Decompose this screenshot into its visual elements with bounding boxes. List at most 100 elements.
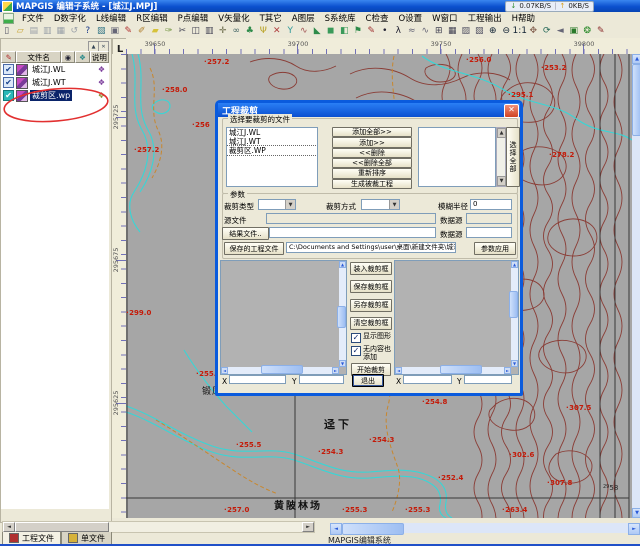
snap-icon[interactable]: ∞ xyxy=(230,25,244,38)
transfer-button[interactable]: 生成被裁工程 xyxy=(332,179,412,189)
file-name[interactable]: 裁剪区.wp xyxy=(30,90,72,101)
fork-icon[interactable]: Ψ xyxy=(257,25,271,38)
region2-icon[interactable]: ◧ xyxy=(338,25,352,38)
file-visible-checkbox[interactable]: ✔ xyxy=(3,77,14,88)
scroll-up-icon[interactable]: ▲ xyxy=(511,261,518,268)
scroll-thumb[interactable] xyxy=(261,365,303,374)
menu-item[interactable]: D数字化 xyxy=(49,12,91,24)
refresh-icon[interactable]: ⟳ xyxy=(540,25,554,38)
file-row[interactable]: ✔ 城江J.WL ❖ xyxy=(1,63,109,76)
file-row[interactable]: ✔ 城江J.WT ❖ xyxy=(1,76,109,89)
flag-icon[interactable]: ⚑ xyxy=(351,25,365,38)
new-file-icon[interactable]: ▯ xyxy=(0,25,14,38)
menu-item[interactable]: A图层 xyxy=(287,12,320,24)
scroll-up-icon[interactable]: ▲ xyxy=(632,54,640,64)
open-folder-icon[interactable]: ▱ xyxy=(14,25,28,38)
menu-item[interactable]: S系统库 xyxy=(320,12,361,24)
erase-pencil-icon[interactable]: ✐ xyxy=(135,25,149,38)
paste-icon[interactable]: ▥ xyxy=(203,25,217,38)
menu-item[interactable]: F文件 xyxy=(17,12,49,24)
print-icon[interactable]: ▣ xyxy=(108,25,122,38)
panel-vscrollbar[interactable]: ▲ ▼ xyxy=(511,261,518,367)
menu-item[interactable]: V矢量化 xyxy=(213,12,254,24)
close-icon[interactable]: ✕ xyxy=(504,104,519,118)
state-column-icon[interactable]: ❖ xyxy=(75,51,89,63)
zoom-in-icon[interactable]: ⊕ xyxy=(486,25,500,38)
list-item[interactable]: 裁剪区.WP xyxy=(227,146,317,155)
lambda-icon[interactable]: λ xyxy=(392,25,406,38)
copy-icon[interactable]: ◫ xyxy=(189,25,203,38)
cut-icon[interactable]: ✂ xyxy=(176,25,190,38)
tree-icon[interactable]: ♣ xyxy=(243,25,257,38)
scroll-thumb[interactable] xyxy=(15,522,109,532)
hatch-icon[interactable]: ▨ xyxy=(459,25,473,38)
zoom-actual-icon[interactable]: 1:1 xyxy=(513,25,527,38)
map-vertical-scrollbar[interactable]: ▲ ▼ xyxy=(632,54,640,518)
prev-view-icon[interactable]: ◄ xyxy=(554,25,568,38)
transfer-button[interactable]: 添加全部>> xyxy=(332,127,412,137)
list-item[interactable]: 城江J.WT xyxy=(227,137,317,146)
draw-pencil-icon[interactable]: ✎ xyxy=(122,25,136,38)
x-coord-field[interactable] xyxy=(403,375,452,384)
y-coord-field[interactable] xyxy=(464,375,512,384)
transfer-button[interactable]: <<删除 xyxy=(332,148,412,158)
scroll-right-icon[interactable]: ► xyxy=(628,523,640,535)
chevron-down-icon[interactable]: ▼ xyxy=(389,200,399,209)
map-horizontal-scrollbar[interactable]: ◄ ► xyxy=(330,523,640,533)
transfer-button[interactable]: 添加>> xyxy=(332,137,412,147)
scroll-thumb[interactable] xyxy=(509,291,518,318)
exit-button[interactable]: 退出 xyxy=(352,374,384,387)
grid-icon[interactable]: ⊞ xyxy=(432,25,446,38)
menu-item[interactable]: O设置 xyxy=(393,12,427,24)
node-edit-icon[interactable]: ✛ xyxy=(216,25,230,38)
desc-column-header[interactable]: 说明 xyxy=(90,51,109,63)
globe-icon[interactable]: ❂ xyxy=(581,25,595,38)
spline-icon[interactable]: ∿ xyxy=(419,25,433,38)
menu-item[interactable]: W窗口 xyxy=(427,12,462,24)
save-all-icon[interactable]: ▥ xyxy=(41,25,55,38)
clip-frame-button[interactable]: 清空裁剪框 xyxy=(350,317,392,330)
save-icon[interactable]: ▤ xyxy=(27,25,41,38)
edit-column-icon[interactable]: ✎ xyxy=(1,51,16,63)
blur-radius-input[interactable]: 0 xyxy=(470,199,512,210)
pen2-icon[interactable]: ✎ xyxy=(594,25,608,38)
clip-type-select[interactable]: ▼ xyxy=(258,199,296,210)
menu-item[interactable]: 工程输出 xyxy=(463,12,507,24)
point-icon[interactable]: • xyxy=(378,25,392,38)
clip-frame-button[interactable]: 保存裁剪框 xyxy=(350,280,392,293)
file-name[interactable]: 城江J.WT xyxy=(30,77,68,88)
clip-mode-select[interactable]: ▼ xyxy=(361,199,400,210)
scroll-down-icon[interactable]: ▼ xyxy=(497,176,506,186)
result-preview-panel[interactable]: ▲ ▼ ◄ ► xyxy=(394,260,519,375)
select-all-vertical-button[interactable]: 选择全部 xyxy=(506,127,520,187)
scroll-thumb[interactable] xyxy=(342,523,404,535)
menu-item[interactable]: T其它 xyxy=(255,12,287,24)
scroll-thumb[interactable] xyxy=(337,306,346,328)
hatch2-icon[interactable]: ▧ xyxy=(473,25,487,38)
transfer-button[interactable]: 重新排序 xyxy=(332,168,412,178)
file-name[interactable]: 城江J.WL xyxy=(30,64,67,75)
save-project-button[interactable]: 保存的工程文件 xyxy=(224,242,284,255)
panel-vscrollbar[interactable]: ▲ ▼ xyxy=(339,261,346,367)
scroll-left-icon[interactable]: ◄ xyxy=(221,367,228,374)
scroll-right-icon[interactable]: ► xyxy=(504,367,511,374)
scroll-down-icon[interactable]: ▼ xyxy=(339,360,346,367)
chevron-down-icon[interactable]: ▼ xyxy=(285,200,295,209)
filename-column-header[interactable]: 文件名 xyxy=(16,51,60,63)
wave-icon[interactable]: ≈ xyxy=(405,25,419,38)
file-visible-checkbox[interactable]: ✔ xyxy=(3,64,14,75)
pan-icon[interactable]: ✥ xyxy=(527,25,541,38)
source-files-listbox[interactable]: 城江J.WL城江J.WT裁剪区.WP xyxy=(226,127,318,187)
scroll-right-icon[interactable]: ► xyxy=(302,522,314,532)
brush-icon[interactable]: ✑ xyxy=(162,25,176,38)
scroll-down-icon[interactable]: ▼ xyxy=(511,360,518,367)
target-files-listbox[interactable] xyxy=(418,127,496,187)
fork2-icon[interactable]: Y xyxy=(284,25,298,38)
table-icon[interactable]: ▦ xyxy=(446,25,460,38)
menu-item[interactable]: C检查 xyxy=(361,12,394,24)
project-path-field[interactable]: C:\Documents and Settings\user\桌面\新建文件夹\… xyxy=(286,242,456,253)
region-icon[interactable]: ◼ xyxy=(324,25,338,38)
title-bar[interactable]: MAPGIS 编辑子系统 - [城江J.MPJ] ↓ 0.07KB/S | ↑ … xyxy=(0,0,640,12)
panel-hscrollbar[interactable]: ◄ ► xyxy=(221,367,339,374)
y-coord-field[interactable] xyxy=(299,375,344,384)
